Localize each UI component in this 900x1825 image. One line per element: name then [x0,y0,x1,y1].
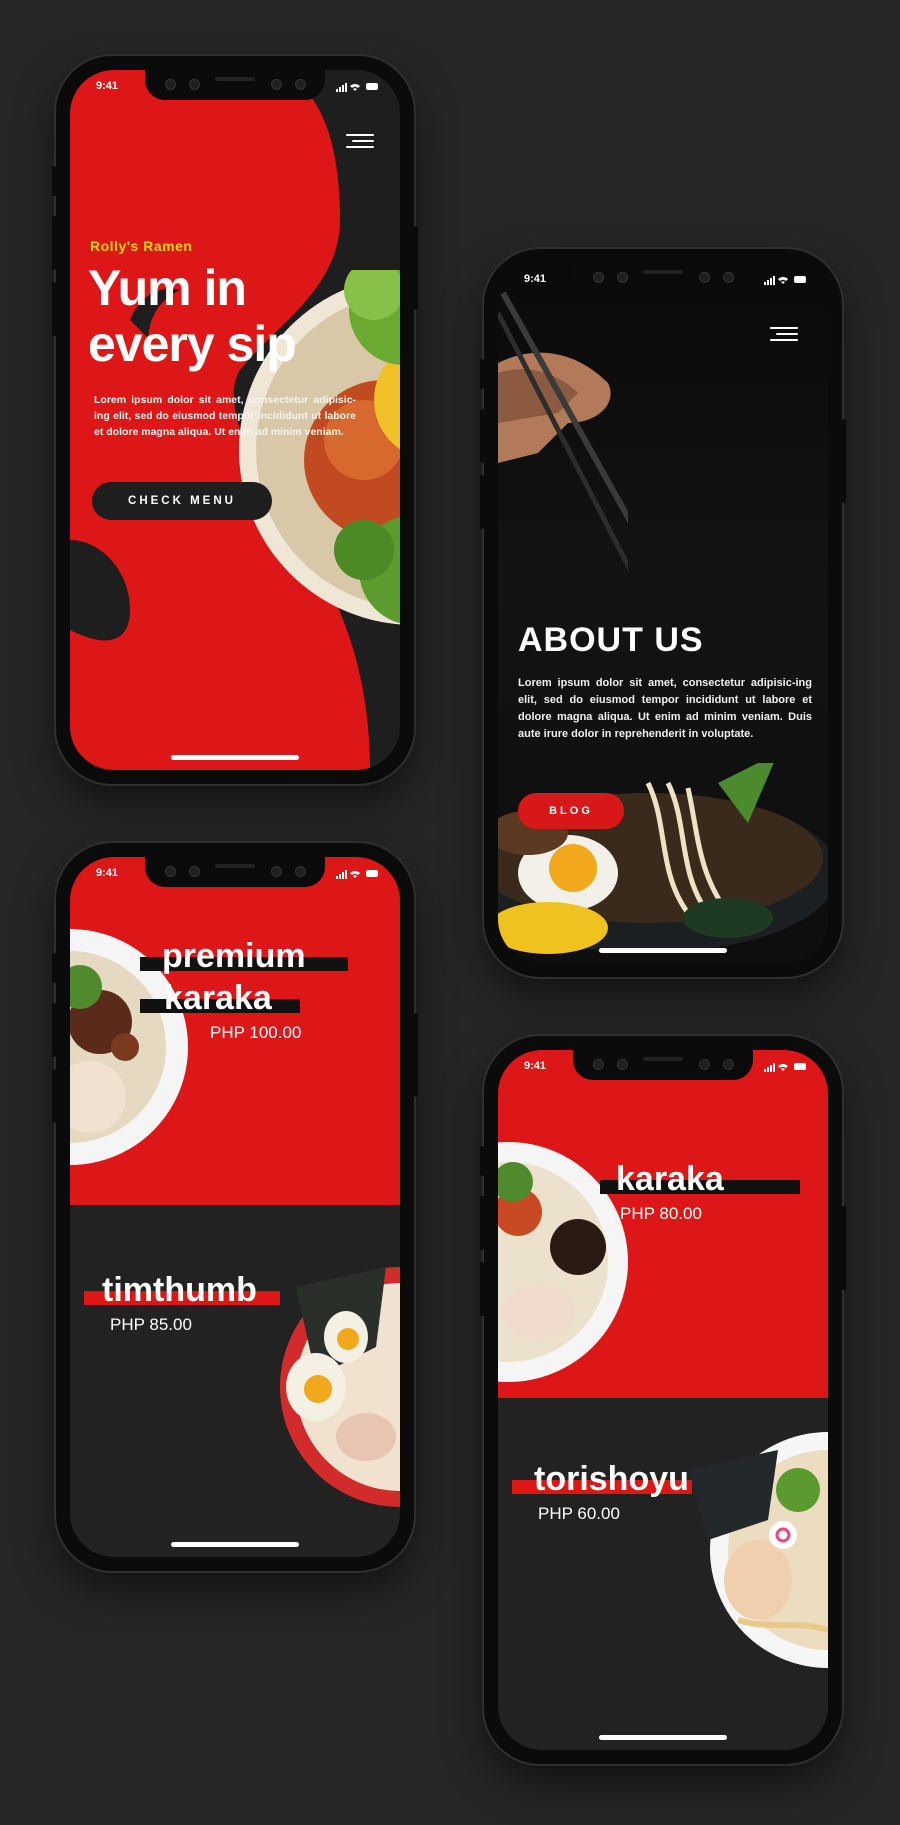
dish-price: PHP 100.00 [210,1023,302,1042]
volume-up-button [480,1196,484,1250]
home-indicator[interactable] [171,1542,299,1547]
about-description: Lorem ipsum dolor sit amet, consectetur … [518,677,812,740]
volume-up-button [480,409,484,463]
hero-title: Yum in every sip [88,260,328,372]
power-button [414,226,418,310]
menu-screen-2: karaka PHP 80.00 torishoyu PHP 60.00 9:4… [498,1050,828,1750]
dish-name: karaka [164,979,272,1017]
wifi-icon [778,1064,788,1071]
volume-down-button [52,1069,56,1123]
dish-price: PHP 80.00 [620,1204,702,1223]
battery-icon [366,870,378,877]
dish-name: premium [162,937,306,975]
phone-menu-1: premium karaka PHP 100.00 timthumb PHP 8… [52,843,418,1571]
mute-switch [52,953,56,983]
power-button [842,419,846,503]
status-bar: 9:41 [498,273,828,289]
mute-switch [52,166,56,196]
dish-name: torishoyu [534,1460,689,1498]
volume-down-button [52,282,56,336]
battery-icon [794,1063,806,1070]
home-indicator[interactable] [171,755,299,760]
ramen-bowl-image [688,1432,828,1668]
wifi-icon [778,277,788,284]
dish-price: PHP 85.00 [110,1315,192,1334]
volume-up-button [52,216,56,270]
hamburger-menu-icon[interactable] [346,134,374,150]
status-time: 9:41 [524,273,547,285]
hero-title-line1: Yum in [88,260,247,316]
volume-down-button [480,1262,484,1316]
phone-home: Rolly's Ramen Yum in every sip Lorem ips… [52,56,418,784]
hero-title-line2: every sip [88,316,297,372]
battery-icon [366,83,378,90]
check-menu-button[interactable]: CHECK MENU [92,482,272,520]
battery-icon [794,276,806,283]
power-button [414,1013,418,1097]
power-button [842,1206,846,1290]
phone-about: ABOUT US Lorem ipsum dolor sit amet, con… [480,249,846,977]
status-bar: 9:41 [498,1060,828,1076]
about-title: ABOUT US [518,621,704,659]
menu-screen-1: premium karaka PHP 100.00 timthumb PHP 8… [70,857,400,1557]
dish-name: karaka [616,1160,724,1198]
status-time: 9:41 [96,867,119,879]
home-screen: Rolly's Ramen Yum in every sip Lorem ips… [70,70,400,770]
status-time: 9:41 [524,1060,547,1072]
dish-name: timthumb [102,1271,257,1309]
hamburger-menu-icon[interactable] [770,327,798,343]
status-bar: 9:41 [70,867,400,883]
brand-name: Rolly's Ramen [90,238,193,254]
status-time: 9:41 [96,80,119,92]
home-indicator[interactable] [599,1735,727,1740]
mute-switch [480,359,484,389]
about-screen: ABOUT US Lorem ipsum dolor sit amet, con… [498,263,828,963]
volume-down-button [480,475,484,529]
volume-up-button [52,1003,56,1057]
dish-price: PHP 60.00 [538,1504,620,1523]
hero-description: Lorem ipsum dolor sit amet, consectetur … [94,394,356,438]
wifi-icon [350,84,360,91]
blog-button[interactable]: BLOG [518,793,624,829]
home-indicator[interactable] [599,948,727,953]
wifi-icon [350,871,360,878]
hand-chopsticks-image [498,291,628,572]
phone-menu-2: karaka PHP 80.00 torishoyu PHP 60.00 9:4… [480,1036,846,1764]
status-bar: 9:41 [70,80,400,96]
mute-switch [480,1146,484,1176]
